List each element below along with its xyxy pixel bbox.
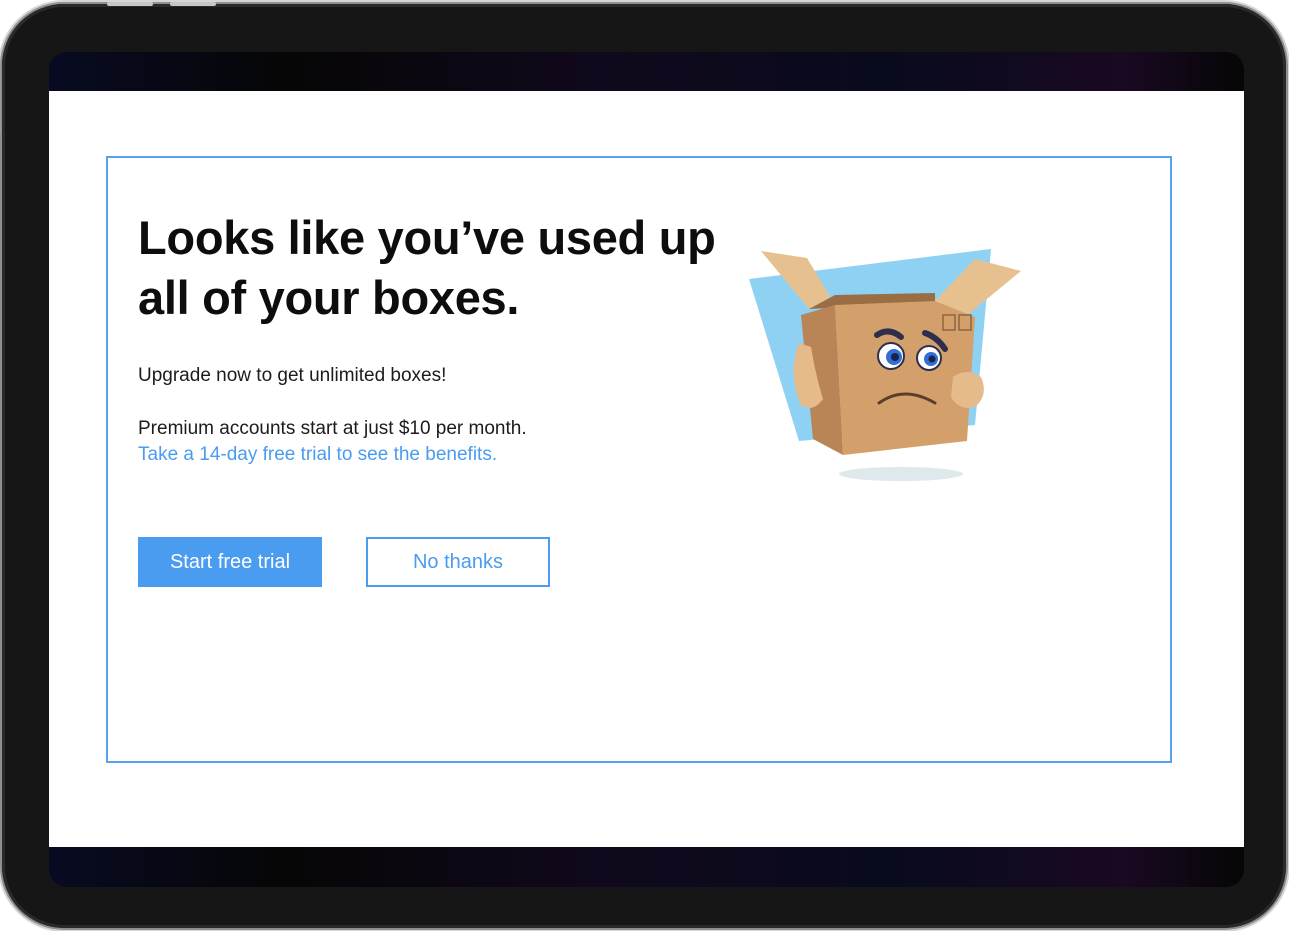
device-top-button: [107, 2, 153, 6]
start-free-trial-button[interactable]: Start free trial: [138, 537, 322, 587]
free-trial-link[interactable]: Take a 14-day free trial to see the bene…: [138, 444, 497, 466]
dialog-subtext: Upgrade now to get unlimited boxes!: [138, 365, 447, 386]
no-thanks-button[interactable]: No thanks: [366, 537, 550, 587]
tablet-frame: Looks like you’ve used up all of your bo…: [0, 2, 1286, 928]
screen-edge-background: [49, 52, 1244, 92]
sad-box-icon: [749, 249, 1021, 481]
screen-edge-background: [49, 847, 1244, 887]
screen: Looks like you’ve used up all of your bo…: [49, 52, 1244, 887]
upgrade-page: Looks like you’ve used up all of your bo…: [49, 91, 1244, 847]
device-top-button: [170, 2, 216, 6]
dialog-headline: Looks like you’ve used up all of your bo…: [138, 211, 716, 324]
device-side-button: [0, 64, 1, 134]
price-info: Premium accounts start at just $10 per m…: [138, 418, 527, 439]
